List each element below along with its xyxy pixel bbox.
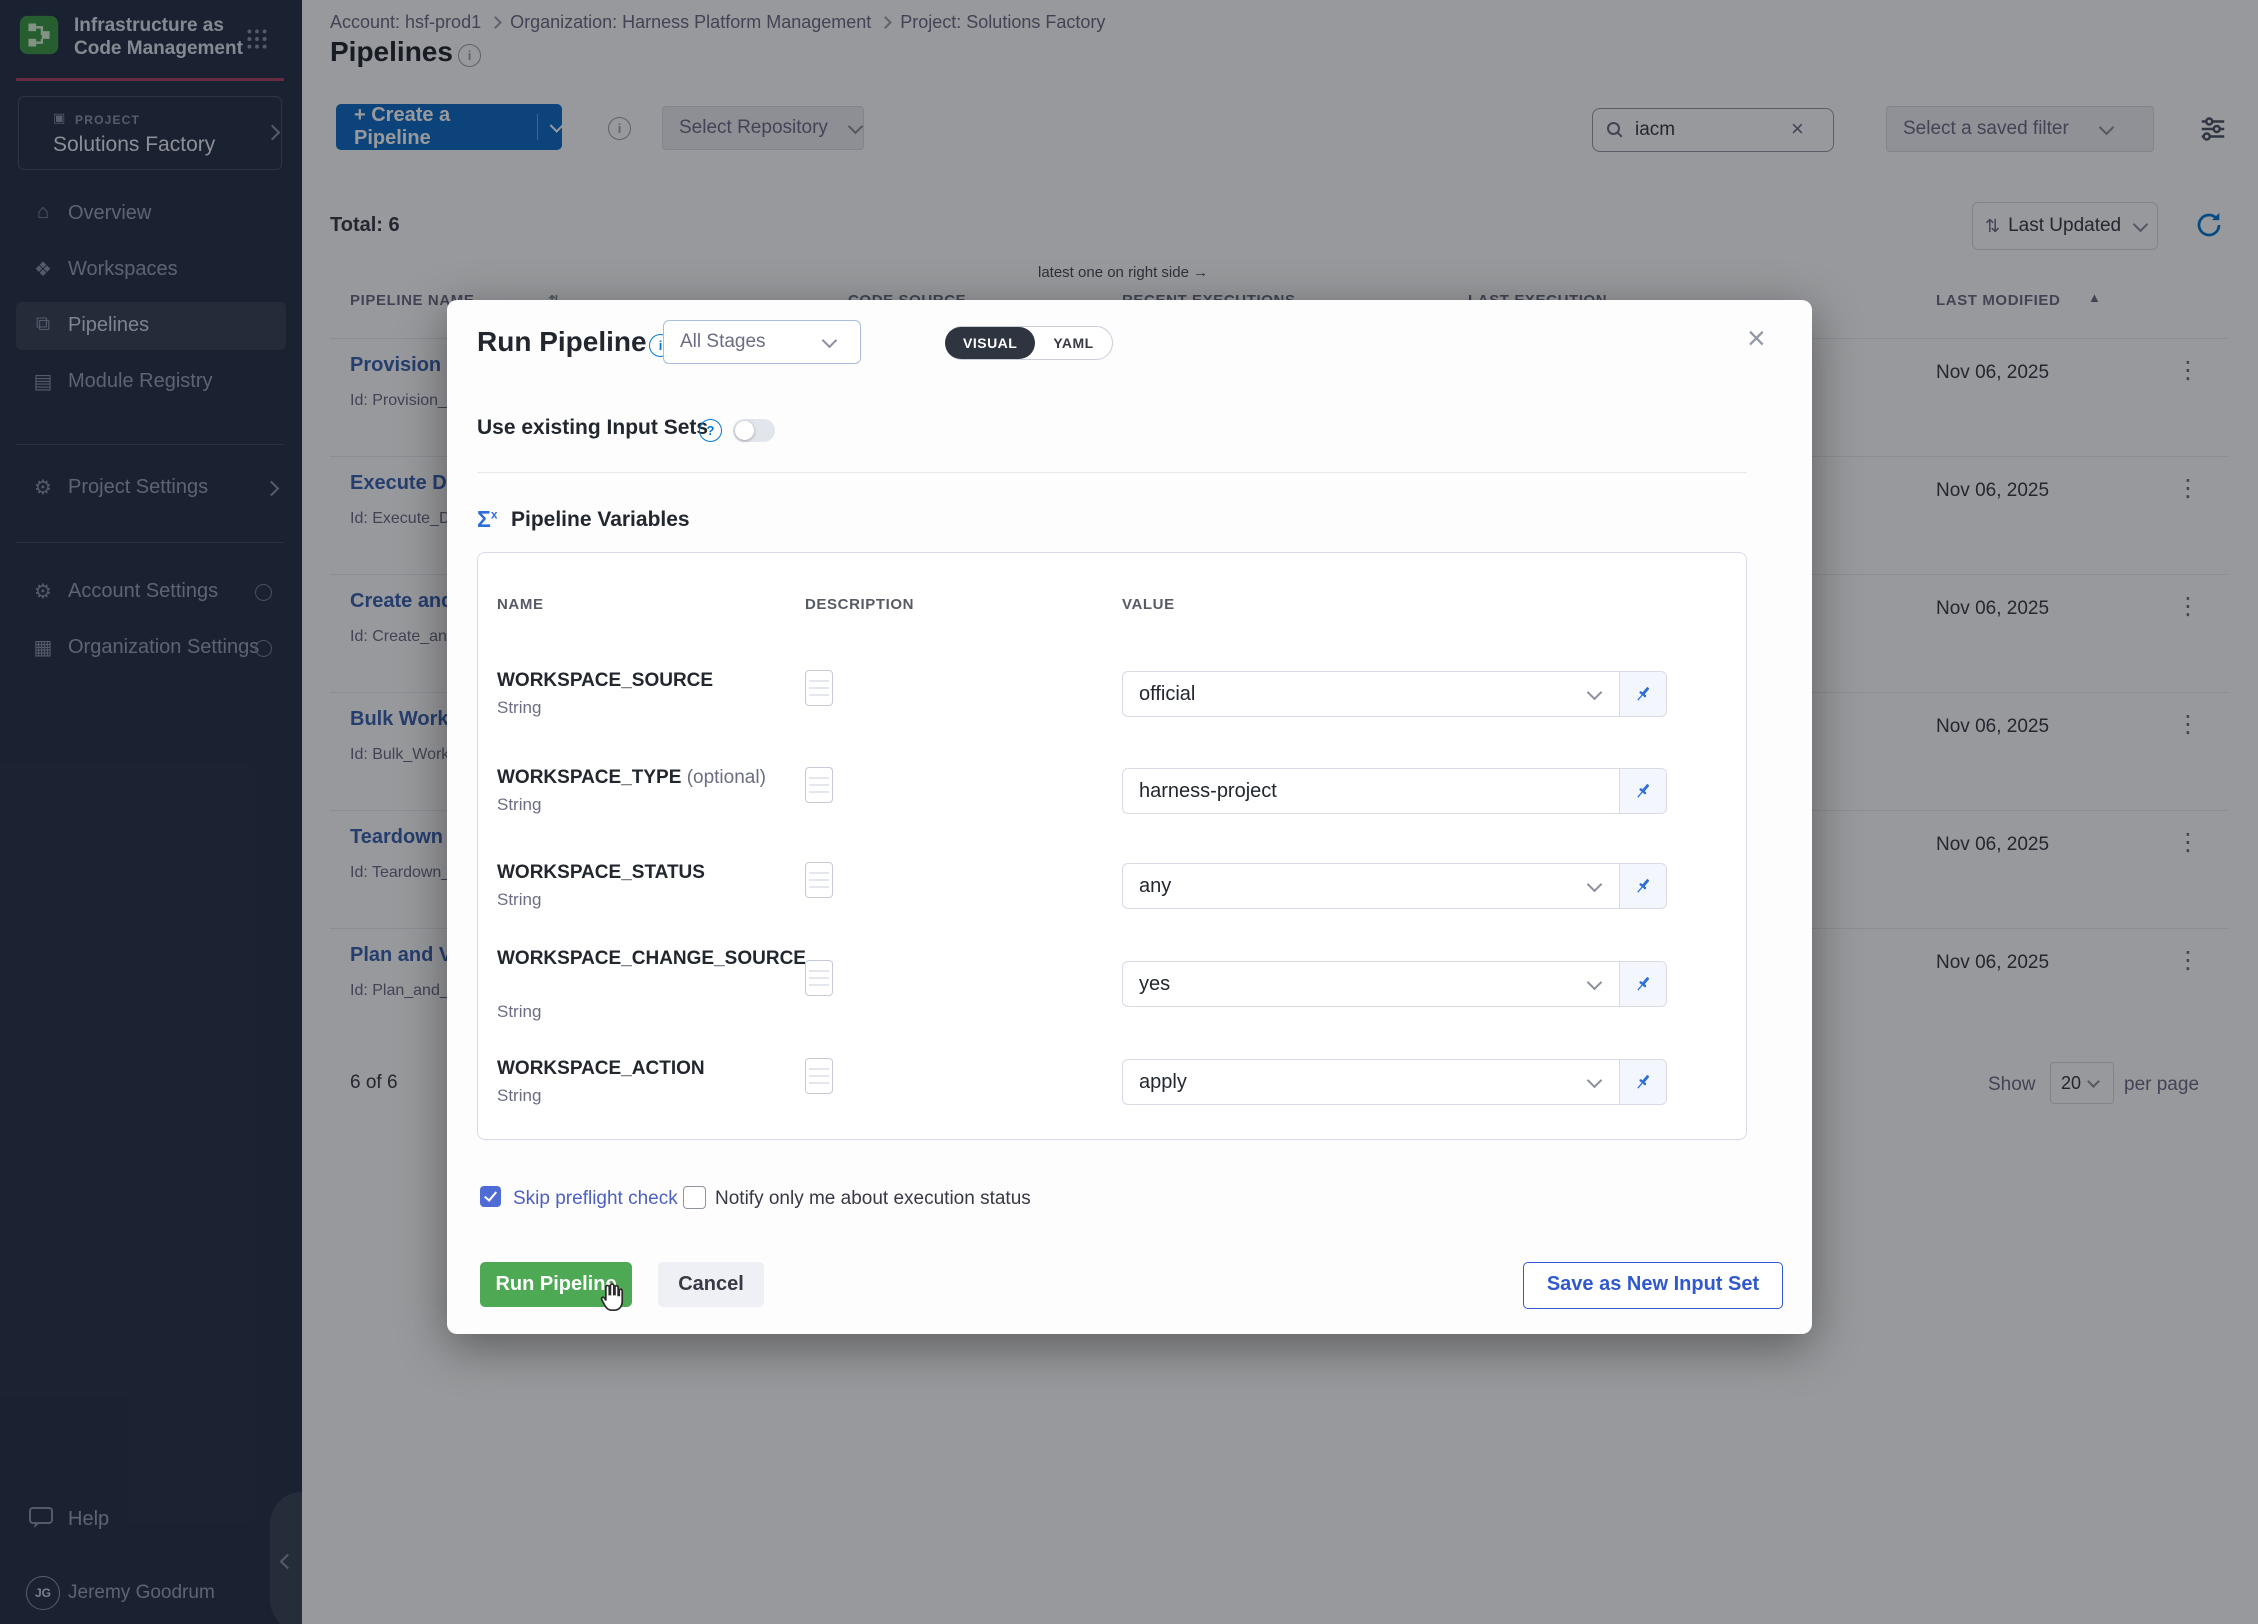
tab-visual[interactable]: VISUAL	[945, 327, 1035, 359]
chevron-down-icon	[1587, 877, 1603, 893]
chevron-down-icon	[1587, 975, 1603, 991]
var-col-value: VALUE	[1122, 596, 1175, 613]
variable-value: official	[1123, 683, 1589, 706]
variable-value-input[interactable]	[1123, 779, 1619, 804]
variable-value-select[interactable]: yes	[1122, 961, 1667, 1007]
save-as-new-input-set-button[interactable]: Save as New Input Set	[1523, 1262, 1783, 1309]
help-icon[interactable]: ?	[699, 419, 722, 442]
variable-value: any	[1123, 875, 1589, 898]
description-icon[interactable]	[805, 862, 833, 898]
variable-value-select[interactable]: any	[1122, 863, 1667, 909]
toggle-knob	[735, 421, 754, 440]
variable-type: String	[497, 1002, 541, 1022]
variable-type: String	[497, 698, 541, 718]
cancel-button[interactable]: Cancel	[658, 1262, 764, 1307]
pin-icon	[1632, 683, 1654, 705]
pin-segment[interactable]	[1619, 864, 1666, 908]
variable-value: yes	[1123, 973, 1589, 996]
variable-type: String	[497, 795, 541, 815]
chevron-down-icon	[1587, 1073, 1603, 1089]
chevron-down-icon	[1587, 685, 1603, 701]
pin-icon	[1632, 973, 1654, 995]
sigma-icon: Σx	[477, 506, 498, 533]
modal-divider	[477, 472, 1747, 473]
variable-name: WORKSPACE_SOURCE	[497, 668, 767, 694]
mouse-cursor-icon	[597, 1282, 627, 1314]
variable-name: WORKSPACE_STATUS	[497, 860, 767, 886]
pin-icon	[1632, 780, 1654, 802]
variable-type: String	[497, 1086, 541, 1106]
description-icon[interactable]	[805, 670, 833, 706]
stage-select-label: All Stages	[664, 331, 766, 353]
modal-title: Run Pipeline	[477, 326, 647, 358]
description-icon[interactable]	[805, 1058, 833, 1094]
pin-icon	[1632, 875, 1654, 897]
input-sets-toggle[interactable]	[733, 419, 775, 442]
variable-value-select[interactable]: apply	[1122, 1059, 1667, 1105]
variable-value-select[interactable]: official	[1122, 671, 1667, 717]
run-pipeline-modal: Run Pipeline i All Stages VISUAL YAML × …	[447, 300, 1812, 1334]
stage-select-dropdown[interactable]: All Stages	[663, 320, 861, 364]
variable-value-input-wrap	[1122, 768, 1667, 814]
close-icon[interactable]: ×	[1747, 320, 1766, 357]
skip-preflight-label[interactable]: Skip preflight check	[513, 1188, 678, 1210]
variable-name: WORKSPACE_CHANGE_SOURCE	[497, 946, 707, 972]
variable-name: WORKSPACE_ACTION	[497, 1056, 767, 1082]
use-input-sets-label: Use existing Input Sets	[477, 416, 708, 440]
description-icon[interactable]	[805, 767, 833, 803]
var-col-name: NAME	[497, 596, 544, 613]
variable-value: apply	[1123, 1071, 1589, 1094]
app-screen: Infrastructure as Code Management ▣ PROJ…	[0, 0, 2258, 1624]
variable-name: WORKSPACE_TYPE (optional)	[497, 765, 767, 791]
pin-segment[interactable]	[1619, 962, 1666, 1006]
skip-preflight-checkbox[interactable]	[480, 1186, 501, 1207]
pin-icon	[1632, 1071, 1654, 1093]
variables-card	[477, 552, 1747, 1140]
variable-type: String	[497, 890, 541, 910]
pin-segment[interactable]	[1619, 1060, 1666, 1104]
description-icon[interactable]	[805, 960, 833, 996]
notify-label[interactable]: Notify only me about execution status	[715, 1188, 1031, 1210]
chevron-down-icon	[821, 332, 837, 348]
pin-segment[interactable]	[1619, 672, 1666, 716]
notify-checkbox[interactable]	[683, 1186, 706, 1209]
pin-segment[interactable]	[1619, 769, 1666, 813]
tab-yaml[interactable]: YAML	[1035, 335, 1111, 351]
pipeline-variables-title: Pipeline Variables	[511, 508, 690, 532]
var-col-description: DESCRIPTION	[805, 596, 914, 613]
view-toggle: VISUAL YAML	[945, 326, 1113, 360]
